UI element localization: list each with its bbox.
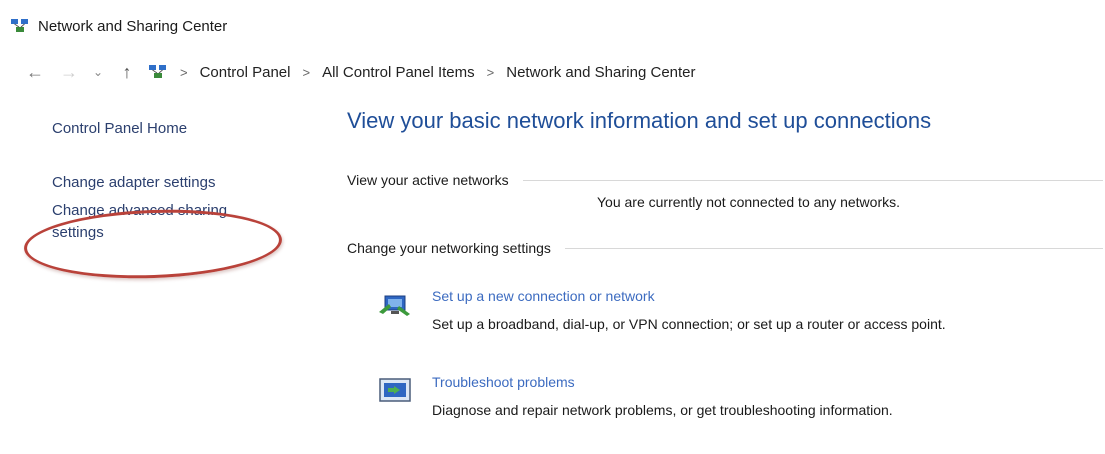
section-divider — [522, 179, 1103, 181]
sidebar-link-control-panel-home[interactable]: Control Panel Home — [52, 118, 312, 140]
breadcrumb-separator: > — [180, 64, 188, 80]
troubleshoot-icon[interactable] — [377, 376, 413, 406]
networking-settings-title: Change your networking settings — [347, 240, 551, 256]
forward-arrow-icon[interactable]: → — [56, 62, 82, 83]
page-heading: View your basic network information and … — [347, 108, 932, 133]
breadcrumb-separator: > — [486, 64, 495, 80]
section-divider — [564, 247, 1103, 249]
location-network-icon — [149, 65, 166, 78]
window-title: Network and Sharing Center — [38, 17, 228, 35]
chevron-down-icon[interactable]: ⌄ — [90, 65, 106, 79]
active-networks-section: View your active networks — [347, 172, 1105, 188]
breadcrumb-control-panel[interactable]: Control Panel — [200, 64, 291, 81]
troubleshoot-description: Diagnose and repair network problems, or… — [432, 402, 893, 418]
back-arrow-icon[interactable]: ← — [22, 62, 48, 83]
connection-status: You are currently not connected to any n… — [597, 194, 900, 210]
network-icon — [11, 19, 28, 32]
setup-connection-link[interactable]: Set up a new connection or network — [432, 288, 655, 304]
breadcrumb-separator: > — [302, 64, 311, 80]
troubleshoot-link[interactable]: Troubleshoot problems — [432, 374, 575, 390]
setup-connection-description: Set up a broadband, dial-up, or VPN conn… — [432, 316, 946, 332]
main-content: View your basic network information and … — [347, 106, 1105, 418]
sidebar-link-adapter-settings[interactable]: Change adapter settings — [52, 172, 312, 194]
active-networks-title: View your active networks — [347, 172, 509, 188]
new-connection-icon[interactable] — [377, 290, 413, 320]
networking-settings-section: Change your networking settings — [347, 240, 1105, 256]
title-bar: Network and Sharing Center — [10, 14, 227, 38]
address-bar: ← → ⌄ ↑ > Control Panel > All Control Pa… — [22, 58, 1095, 86]
breadcrumb-all-items[interactable]: All Control Panel Items — [322, 64, 475, 81]
breadcrumb-network-center[interactable]: Network and Sharing Center — [506, 64, 695, 81]
up-arrow-icon[interactable]: ↑ — [114, 62, 140, 83]
